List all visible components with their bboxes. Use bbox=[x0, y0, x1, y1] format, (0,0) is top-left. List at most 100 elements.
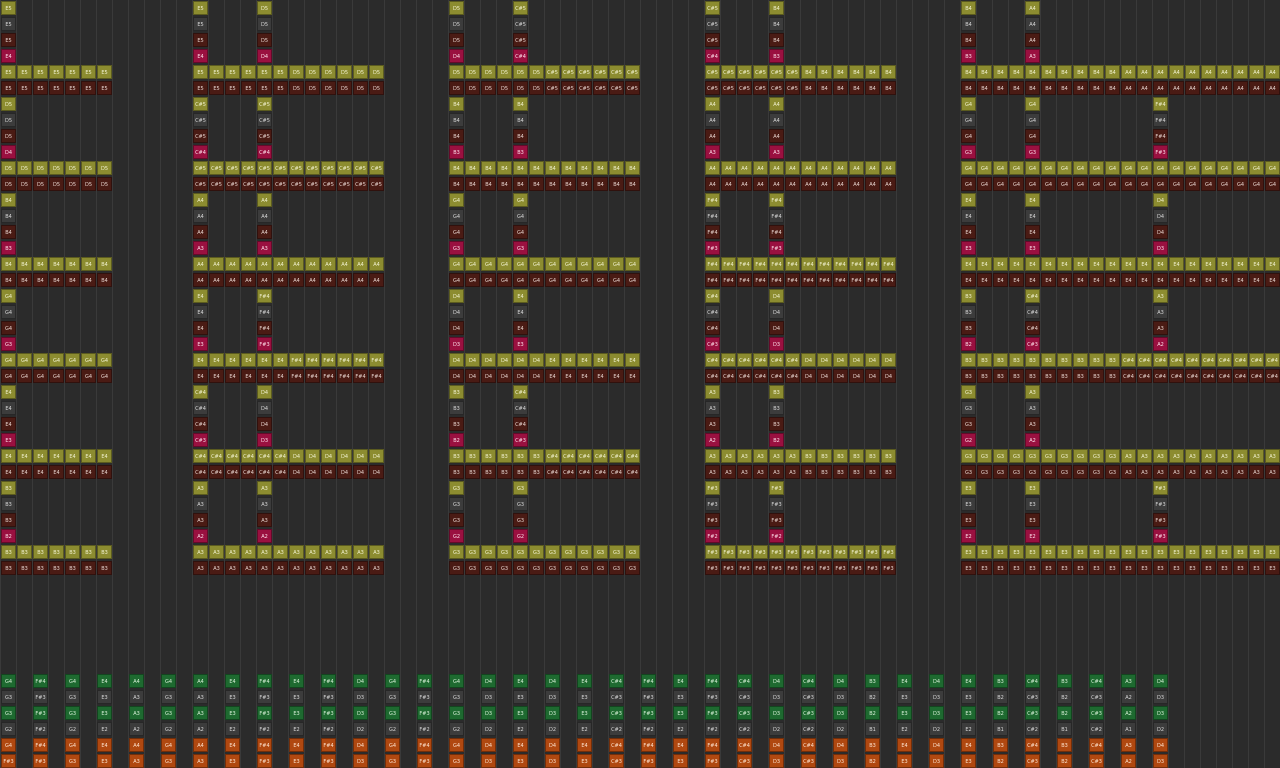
note-block[interactable]: B4 bbox=[513, 177, 528, 191]
note-block[interactable]: B2 bbox=[769, 433, 784, 447]
bass-note-block[interactable]: D2 bbox=[929, 722, 944, 736]
note-block[interactable]: G4 bbox=[529, 257, 544, 271]
note-block[interactable]: A3 bbox=[193, 481, 208, 495]
bass-note-block[interactable]: C#3 bbox=[1089, 706, 1104, 720]
note-block[interactable]: A4 bbox=[801, 161, 816, 175]
note-block[interactable]: B3 bbox=[865, 449, 880, 463]
note-block[interactable]: D5 bbox=[369, 65, 384, 79]
note-block[interactable]: D5 bbox=[449, 33, 464, 47]
note-block[interactable]: B4 bbox=[833, 81, 848, 95]
note-block[interactable]: D4 bbox=[769, 305, 784, 319]
note-block[interactable]: A4 bbox=[865, 177, 880, 191]
note-block[interactable]: C#4 bbox=[1153, 353, 1168, 367]
note-block[interactable]: G3 bbox=[1025, 145, 1040, 159]
note-block[interactable]: A4 bbox=[321, 257, 336, 271]
bass-note-block[interactable]: F#2 bbox=[33, 722, 48, 736]
bass-note-block[interactable]: E3 bbox=[225, 690, 240, 704]
note-block[interactable]: G4 bbox=[449, 257, 464, 271]
note-block[interactable]: B3 bbox=[801, 449, 816, 463]
note-block[interactable]: D5 bbox=[529, 81, 544, 95]
note-block[interactable]: F#3 bbox=[705, 497, 720, 511]
note-block[interactable]: B4 bbox=[801, 81, 816, 95]
bass-note-block[interactable]: F#3 bbox=[257, 690, 272, 704]
note-block[interactable]: G3 bbox=[481, 561, 496, 575]
note-block[interactable]: G4 bbox=[1105, 177, 1120, 191]
note-block[interactable]: F#4 bbox=[337, 353, 352, 367]
note-block[interactable]: A4 bbox=[209, 257, 224, 271]
note-block[interactable]: E4 bbox=[1265, 257, 1280, 271]
note-block[interactable]: G4 bbox=[1025, 161, 1040, 175]
note-block[interactable]: G4 bbox=[993, 177, 1008, 191]
note-block[interactable]: C#5 bbox=[337, 161, 352, 175]
note-block[interactable]: D5 bbox=[81, 161, 96, 175]
bass-note-block[interactable]: F#4 bbox=[641, 738, 656, 752]
note-block[interactable]: F#3 bbox=[705, 481, 720, 495]
note-block[interactable]: C#5 bbox=[705, 81, 720, 95]
note-block[interactable]: D5 bbox=[49, 177, 64, 191]
note-block[interactable]: A3 bbox=[209, 561, 224, 575]
note-block[interactable]: A3 bbox=[753, 465, 768, 479]
note-block[interactable]: A4 bbox=[369, 257, 384, 271]
note-block[interactable]: A4 bbox=[1169, 65, 1184, 79]
note-block[interactable]: C#4 bbox=[625, 449, 640, 463]
bass-note-block[interactable]: E3 bbox=[961, 706, 976, 720]
note-block[interactable]: G3 bbox=[1041, 465, 1056, 479]
note-block[interactable]: C#5 bbox=[257, 97, 272, 111]
bass-note-block[interactable]: C#3 bbox=[737, 706, 752, 720]
note-block[interactable]: G4 bbox=[465, 257, 480, 271]
note-block[interactable]: A3 bbox=[193, 497, 208, 511]
note-block[interactable]: B3 bbox=[1025, 369, 1040, 383]
note-block[interactable]: G4 bbox=[65, 369, 80, 383]
note-block[interactable]: C#5 bbox=[321, 161, 336, 175]
note-block[interactable]: B3 bbox=[993, 369, 1008, 383]
note-block[interactable]: D5 bbox=[529, 65, 544, 79]
bass-note-block[interactable]: F#4 bbox=[641, 674, 656, 688]
note-block[interactable]: F#4 bbox=[801, 273, 816, 287]
bass-note-block[interactable]: F#3 bbox=[417, 690, 432, 704]
note-block[interactable]: E3 bbox=[1185, 561, 1200, 575]
bass-note-block[interactable]: E3 bbox=[97, 754, 112, 768]
note-block[interactable]: G4 bbox=[1057, 177, 1072, 191]
note-block[interactable]: E4 bbox=[1089, 257, 1104, 271]
note-block[interactable]: E4 bbox=[1249, 273, 1264, 287]
bass-note-block[interactable]: A2 bbox=[129, 722, 144, 736]
bass-note-block[interactable]: A2 bbox=[193, 722, 208, 736]
note-block[interactable]: A4 bbox=[369, 273, 384, 287]
bass-note-block[interactable]: G4 bbox=[385, 674, 400, 688]
note-block[interactable]: B3 bbox=[961, 289, 976, 303]
note-block[interactable]: G3 bbox=[977, 449, 992, 463]
note-block[interactable]: D4 bbox=[449, 49, 464, 63]
note-block[interactable]: F#4 bbox=[289, 353, 304, 367]
note-block[interactable]: F#3 bbox=[257, 337, 272, 351]
note-block[interactable]: G4 bbox=[1, 369, 16, 383]
note-block[interactable]: D4 bbox=[481, 353, 496, 367]
bass-note-block[interactable]: G3 bbox=[1, 706, 16, 720]
note-block[interactable]: G3 bbox=[481, 545, 496, 559]
note-block[interactable]: F#3 bbox=[865, 545, 880, 559]
note-block[interactable]: E4 bbox=[17, 465, 32, 479]
note-block[interactable]: F#3 bbox=[737, 545, 752, 559]
note-block[interactable]: F#4 bbox=[305, 353, 320, 367]
note-block[interactable]: D5 bbox=[321, 65, 336, 79]
note-block[interactable]: A4 bbox=[833, 177, 848, 191]
bass-note-block[interactable]: G3 bbox=[385, 690, 400, 704]
bass-note-block[interactable]: G2 bbox=[161, 722, 176, 736]
note-block[interactable]: F#4 bbox=[257, 321, 272, 335]
note-block[interactable]: E3 bbox=[1089, 561, 1104, 575]
note-block[interactable]: B3 bbox=[769, 401, 784, 415]
bass-note-block[interactable]: G2 bbox=[1, 722, 16, 736]
bass-note-block[interactable]: E3 bbox=[97, 706, 112, 720]
note-block[interactable]: G3 bbox=[1009, 449, 1024, 463]
bass-note-block[interactable]: D3 bbox=[1153, 754, 1168, 768]
note-block[interactable]: C#4 bbox=[705, 353, 720, 367]
note-block[interactable]: A4 bbox=[833, 161, 848, 175]
note-block[interactable]: E4 bbox=[1025, 257, 1040, 271]
bass-note-block[interactable]: D3 bbox=[481, 690, 496, 704]
note-block[interactable]: G3 bbox=[1025, 465, 1040, 479]
note-block[interactable]: A4 bbox=[209, 273, 224, 287]
note-block[interactable]: B4 bbox=[449, 113, 464, 127]
note-block[interactable]: B3 bbox=[961, 305, 976, 319]
note-block[interactable]: A3 bbox=[369, 545, 384, 559]
note-block[interactable]: E4 bbox=[1137, 257, 1152, 271]
note-block[interactable]: G4 bbox=[1137, 177, 1152, 191]
